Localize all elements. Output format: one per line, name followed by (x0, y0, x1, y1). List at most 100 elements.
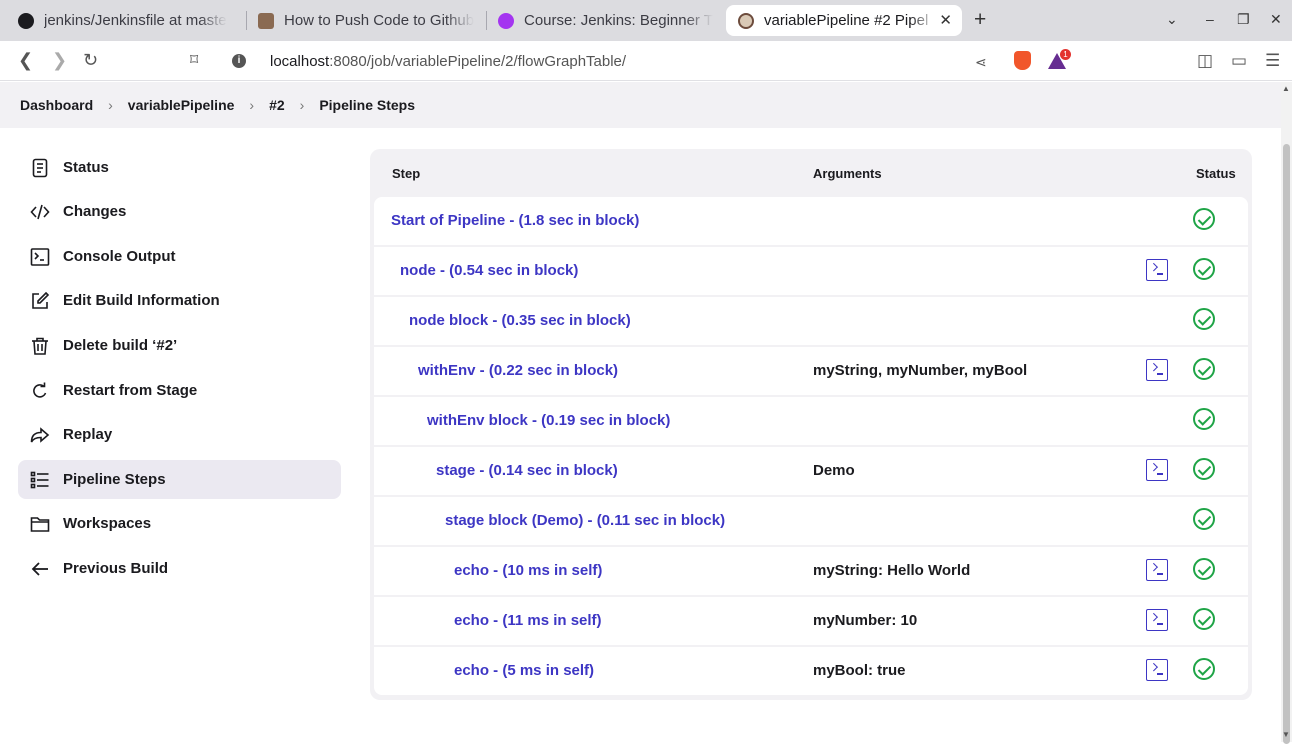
page-scrollbar[interactable]: ▲ ▼ (1281, 82, 1292, 744)
tab-udemy-course[interactable]: Course: Jenkins: Beginner T (486, 5, 720, 36)
breadcrumb-build[interactable]: #2 (269, 97, 285, 113)
wallet-icon[interactable]: ▭ (1231, 51, 1247, 71)
step-arguments: myString: Hello World (813, 562, 971, 579)
table-row: echo - (5 ms in self) myBool: true (374, 645, 1248, 695)
scroll-up-icon[interactable]: ▲ (1282, 84, 1290, 93)
scrollbar-thumb[interactable] (1283, 144, 1290, 744)
close-tab-icon[interactable]: ✕ (939, 11, 952, 29)
share-icon[interactable]: ⋖ (975, 54, 987, 71)
browser-tab-strip: jenkins/Jenkinsfile at maste How to Push… (0, 0, 1292, 41)
reload-icon[interactable]: ↻ (83, 50, 98, 71)
address-bar[interactable]: i localhost:8080/job/variablePipeline/2/… (222, 46, 1074, 76)
sidebar-item-restart-from-stage[interactable]: Restart from Stage (18, 371, 341, 410)
tab-title: How to Push Code to Github (284, 12, 475, 29)
back-icon[interactable]: ❮ (18, 50, 33, 71)
success-check-icon (1193, 308, 1215, 330)
sidebar-item-edit-build-information[interactable]: Edit Build Information (18, 281, 341, 320)
menu-icon[interactable]: ☰ (1265, 51, 1280, 71)
console-output-icon[interactable] (1146, 259, 1168, 281)
console-output-icon[interactable] (1146, 659, 1168, 681)
step-link[interactable]: stage block (Demo) - (0.11 sec in block) (445, 512, 725, 529)
console-output-icon[interactable] (1146, 359, 1168, 381)
close-window-icon[interactable]: ✕ (1270, 11, 1282, 28)
tab-title: variablePipeline #2 Pipel (764, 12, 929, 29)
breadcrumb-dashboard[interactable]: Dashboard (20, 97, 93, 113)
sidebar-item-replay[interactable]: Replay (18, 415, 341, 454)
sidebar-item-previous-build[interactable]: Previous Build (18, 549, 341, 588)
sidebar-toggle-icon[interactable]: ◫ (1197, 51, 1213, 71)
trash-icon (30, 336, 50, 356)
sidebar-item-pipeline-steps[interactable]: Pipeline Steps (18, 460, 341, 499)
edit-icon (30, 291, 50, 311)
step-link[interactable]: Start of Pipeline - (1.8 sec in block) (391, 212, 639, 229)
step-link[interactable]: node - (0.54 sec in block) (400, 262, 578, 279)
success-check-icon (1193, 608, 1215, 630)
console-output-icon[interactable] (1146, 609, 1168, 631)
terminal-icon (30, 247, 50, 267)
tab-list-chevron-icon[interactable]: ⌄ (1166, 11, 1178, 28)
step-link[interactable]: stage - (0.14 sec in block) (436, 462, 618, 479)
tab-jenkins-active[interactable]: variablePipeline #2 Pipel ✕ (726, 5, 962, 36)
breadcrumb: Dashboard › variablePipeline › #2 › Pipe… (0, 82, 1281, 128)
column-header-step: Step (392, 166, 421, 181)
sidebar-item-workspaces[interactable]: Workspaces (18, 504, 341, 543)
tab-push-code[interactable]: How to Push Code to Github (246, 5, 480, 36)
table-row: withEnv - (0.22 sec in block) myString, … (374, 345, 1248, 395)
code-icon (30, 202, 50, 222)
sidebar-item-label: Replay (63, 426, 113, 443)
step-link[interactable]: node block - (0.35 sec in block) (409, 312, 631, 329)
step-link[interactable]: withEnv block - (0.19 sec in block) (427, 412, 670, 429)
restart-icon (30, 381, 50, 401)
sidebar-item-label: Edit Build Information (63, 292, 220, 309)
console-output-icon[interactable] (1146, 559, 1168, 581)
sidebar-item-delete-build[interactable]: Delete build ‘#2’ (18, 326, 341, 365)
sidebar-item-label: Previous Build (63, 560, 169, 577)
success-check-icon (1193, 458, 1215, 480)
table-row: stage block (Demo) - (0.11 sec in block) (374, 495, 1248, 545)
table-row: echo - (11 ms in self) myNumber: 10 (374, 595, 1248, 645)
step-link[interactable]: withEnv - (0.22 sec in block) (418, 362, 618, 379)
rewards-badge: 1 (1060, 49, 1071, 60)
table-header: Step Arguments Status (370, 149, 1252, 197)
table-row: withEnv block - (0.19 sec in block) (374, 395, 1248, 445)
document-icon (30, 158, 50, 178)
step-arguments: Demo (813, 462, 855, 479)
breadcrumb-job[interactable]: variablePipeline (128, 97, 235, 113)
scroll-down-icon[interactable]: ▼ (1282, 730, 1290, 739)
breadcrumb-pipeline-steps[interactable]: Pipeline Steps (319, 97, 415, 113)
minimize-icon[interactable]: – (1206, 11, 1214, 27)
jenkins-icon (738, 12, 754, 29)
sidebar-item-label: Console Output (63, 248, 176, 265)
tab-github[interactable]: jenkins/Jenkinsfile at maste (6, 5, 240, 36)
pipeline-steps-table: Step Arguments Status Start of Pipeline … (370, 149, 1252, 700)
console-output-icon[interactable] (1146, 459, 1168, 481)
browser-toolbar: ❮ ❯ ↻ ⌑ i localhost:8080/job/variablePip… (0, 41, 1292, 81)
site-info-icon[interactable]: i (232, 54, 246, 68)
avatar-icon (258, 12, 274, 29)
brave-shields-icon[interactable] (1014, 51, 1031, 70)
url-path: :8080/job/variablePipeline/2/flowGraphTa… (329, 52, 627, 70)
bookmark-icon[interactable]: ⌑ (190, 50, 198, 70)
forward-icon[interactable]: ❯ (52, 50, 67, 71)
tab-title: Course: Jenkins: Beginner T (524, 12, 713, 29)
sidebar-item-label: Restart from Stage (63, 382, 198, 399)
step-link[interactable]: echo - (10 ms in self) (454, 562, 602, 579)
table-body: Start of Pipeline - (1.8 sec in block) n… (374, 197, 1248, 695)
sidebar-item-console-output[interactable]: Console Output (18, 237, 341, 276)
success-check-icon (1193, 358, 1215, 380)
github-icon (18, 12, 34, 29)
success-check-icon (1193, 558, 1215, 580)
step-link[interactable]: echo - (11 ms in self) (454, 612, 602, 629)
url-host: localhost (270, 52, 330, 70)
maximize-icon[interactable]: ❐ (1237, 11, 1250, 28)
step-arguments: myNumber: 10 (813, 612, 918, 629)
url-text[interactable]: localhost:8080/job/variablePipeline/2/fl… (270, 53, 626, 70)
sidebar-item-label: Changes (63, 203, 127, 220)
sidebar-item-changes[interactable]: Changes (18, 192, 341, 231)
success-check-icon (1193, 258, 1215, 280)
new-tab-icon[interactable]: + (974, 9, 986, 30)
replay-icon (30, 425, 50, 445)
sidebar-item-status[interactable]: Status (18, 148, 341, 187)
table-row: stage - (0.14 sec in block) Demo (374, 445, 1248, 495)
step-link[interactable]: echo - (5 ms in self) (454, 662, 594, 679)
